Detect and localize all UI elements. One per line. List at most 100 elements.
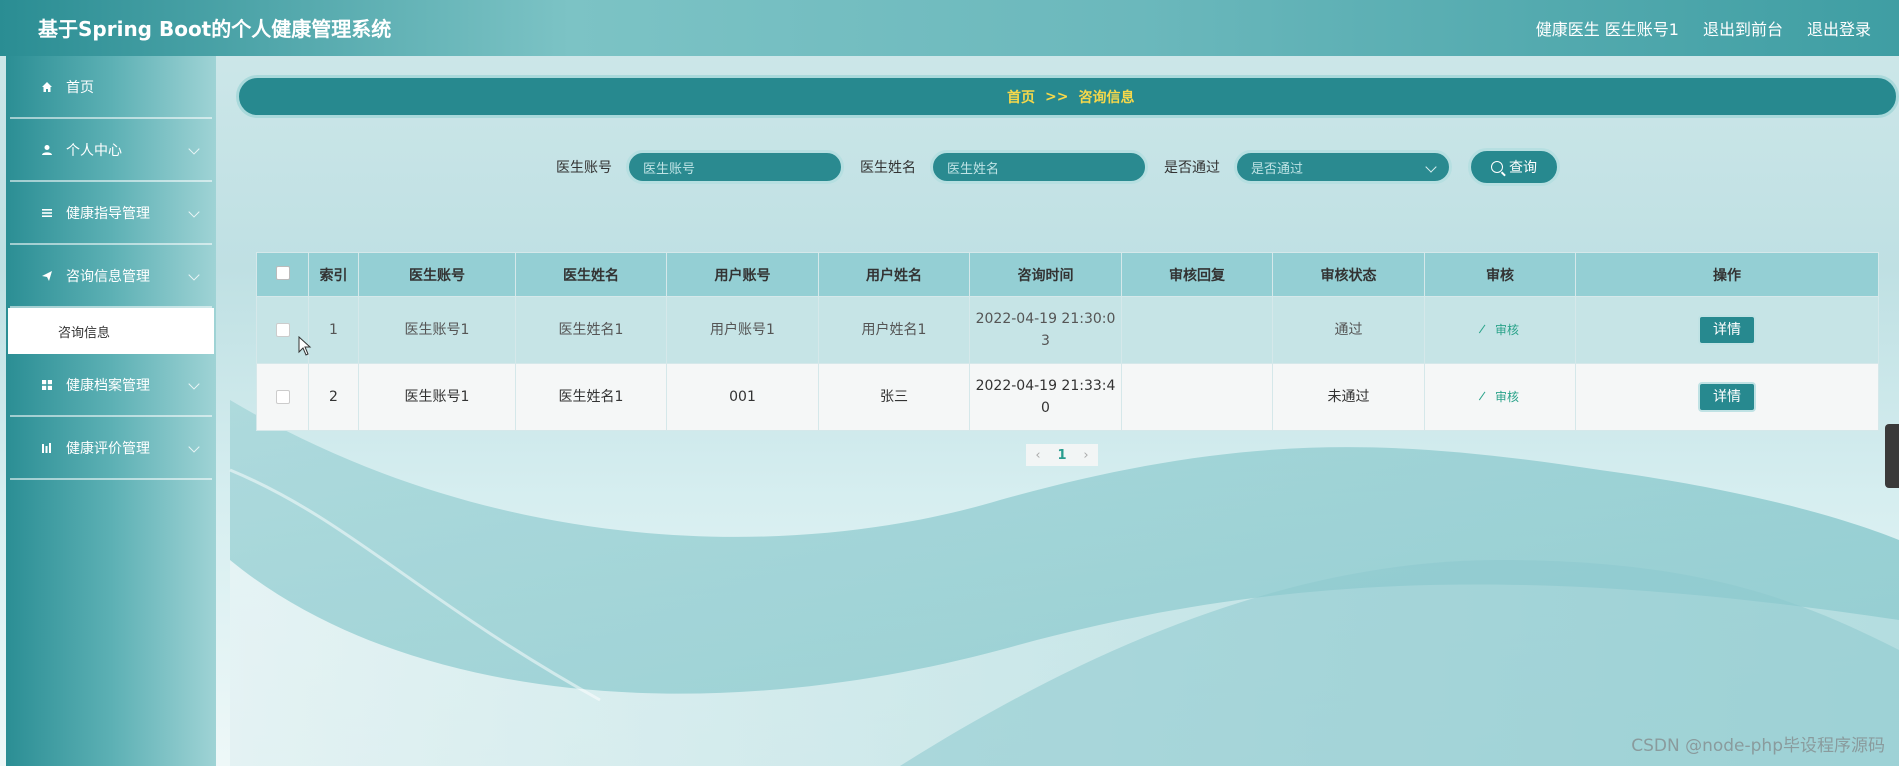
cell-user-name: 用户姓名1: [818, 296, 970, 364]
sidebar-item-label: 健康评价管理: [66, 440, 150, 457]
cell-status: 通过: [1272, 296, 1425, 364]
cell-user-account: 用户账号1: [666, 296, 819, 364]
audit-link[interactable]: 审核: [1478, 390, 1519, 404]
next-page-button[interactable]: ›: [1074, 444, 1098, 466]
column-header: 用户账号: [666, 252, 819, 297]
sidebar-item-label: 个人中心: [66, 142, 122, 159]
logout-link[interactable]: 退出登录: [1807, 16, 1871, 40]
table-row: 2 医生账号1 医生姓名1 001 张三 2022-04-19 21:33:4 0…: [256, 363, 1879, 431]
cell-action: 详情: [1575, 363, 1879, 431]
column-header: 咨询时间: [969, 252, 1122, 297]
row-select-cell: [256, 363, 309, 431]
cell-doctor-name: 医生姓名1: [515, 296, 667, 364]
column-header: 审核回复: [1121, 252, 1273, 297]
page-number-button[interactable]: 1: [1050, 444, 1074, 466]
cell-reply: [1121, 296, 1273, 364]
watermark: CSDN @node-php毕设程序源码: [1631, 736, 1885, 756]
select-all-cell: [256, 252, 309, 297]
cell-doctor-account: 医生账号1: [358, 296, 516, 364]
cell-reply: [1121, 363, 1273, 431]
pagination: ‹ 1 ›: [1026, 444, 1098, 466]
cell-consult-time: 2022-04-19 21:30:0 3: [969, 296, 1122, 364]
audit-link[interactable]: 审核: [1478, 323, 1519, 337]
bar-icon: [40, 441, 54, 455]
doctor-name-label: 医生姓名: [860, 160, 916, 176]
cell-consult-time: 2022-04-19 21:33:4 0: [969, 363, 1122, 431]
detail-button[interactable]: 详情: [1698, 382, 1756, 412]
edit-icon: [1478, 391, 1492, 404]
sidebar-item-health-evaluation[interactable]: 健康评价管理: [10, 417, 212, 480]
column-header: 医生账号: [358, 252, 516, 297]
query-button[interactable]: 查询: [1468, 148, 1560, 186]
user-icon: [40, 143, 54, 157]
time-line-1: 2022-04-19 21:33:4: [975, 378, 1116, 394]
breadcrumb-current: 咨询信息: [1078, 89, 1135, 106]
sidebar-item-consult-management[interactable]: 咨询信息管理: [10, 245, 212, 308]
chevron-down-icon: [188, 441, 200, 453]
doctor-name-input[interactable]: 医生姓名: [930, 150, 1148, 184]
row-checkbox[interactable]: [275, 323, 290, 337]
sidebar-item-personal-center[interactable]: 个人中心: [10, 119, 212, 182]
cell-doctor-name: 医生姓名1: [515, 363, 667, 431]
cell-status: 未通过: [1272, 363, 1425, 431]
sidebar-subitem-label: 咨询信息: [58, 325, 111, 341]
sidebar-item-health-guidance[interactable]: 健康指导管理: [10, 182, 212, 245]
search-form: 医生账号 医生账号 医生姓名 医生姓名 是否通过 是否通过 查询: [556, 148, 1560, 186]
breadcrumb-separator: >>: [1045, 88, 1069, 105]
column-header: 医生姓名: [515, 252, 667, 297]
grid-icon: [40, 378, 54, 392]
cell-user-account: 001: [666, 363, 819, 431]
breadcrumb-home[interactable]: 首页: [1007, 87, 1035, 107]
sidebar: 首页 个人中心 健康指导管理 咨询信息管理 咨询信息 健康档案管理 健康评价管理: [6, 56, 216, 766]
sidebar-item-label: 健康档案管理: [66, 377, 150, 394]
table-header-row: 索引 医生账号 医生姓名 用户账号 用户姓名 咨询时间 审核回复 审核状态 审核…: [256, 252, 1879, 297]
top-bar: 基于Spring Boot的个人健康管理系统 健康医生 医生账号1 退出到前台 …: [0, 0, 1899, 56]
app-title: 基于Spring Boot的个人健康管理系统: [38, 17, 392, 41]
search-icon: [1491, 161, 1503, 173]
chevron-down-icon: [188, 269, 200, 281]
edit-icon: [1478, 324, 1492, 337]
audit-link-label: 审核: [1494, 323, 1519, 337]
doctor-account-input[interactable]: 医生账号: [626, 150, 844, 184]
audit-link-label: 审核: [1494, 390, 1519, 404]
passed-label: 是否通过: [1164, 160, 1220, 176]
home-icon: [40, 80, 54, 94]
prev-page-button[interactable]: ‹: [1026, 444, 1050, 466]
sidebar-item-health-records[interactable]: 健康档案管理: [10, 354, 212, 417]
row-checkbox[interactable]: [275, 390, 290, 404]
query-button-label: 查询: [1509, 160, 1537, 176]
column-header: 索引: [308, 252, 359, 297]
cell-user-name: 张三: [818, 363, 970, 431]
sidebar-item-label: 首页: [66, 79, 94, 96]
top-right-nav: 健康医生 医生账号1 退出到前台 退出登录: [1536, 16, 1871, 40]
send-icon: [40, 269, 54, 283]
time-line-2: 0: [1041, 400, 1050, 416]
chevron-down-icon: [188, 206, 200, 218]
mouse-cursor-icon: [298, 336, 312, 356]
cell-index: 1: [308, 296, 359, 364]
consult-table: 索引 医生账号 医生姓名 用户账号 用户姓名 咨询时间 审核回复 审核状态 审核…: [256, 252, 1879, 431]
sidebar-subitem-consult-info[interactable]: 咨询信息: [8, 308, 214, 354]
sidebar-item-label: 健康指导管理: [66, 205, 150, 222]
select-all-checkbox[interactable]: [275, 265, 290, 280]
passed-select-value: 是否通过: [1251, 161, 1304, 177]
column-header: 审核: [1424, 252, 1576, 297]
detail-button[interactable]: 详情: [1698, 315, 1756, 345]
column-header: 审核状态: [1272, 252, 1425, 297]
sidebar-item-home[interactable]: 首页: [10, 56, 212, 119]
user-info: 健康医生 医生账号1: [1535, 20, 1679, 39]
doctor-account-label: 医生账号: [556, 160, 612, 176]
side-panel-handle[interactable]: [1885, 424, 1899, 488]
chevron-down-icon: [1425, 161, 1437, 173]
chevron-down-icon: [188, 143, 200, 155]
list-icon: [40, 206, 54, 220]
time-line-2: 3: [1041, 333, 1050, 349]
cell-audit: 审核: [1424, 363, 1576, 431]
passed-select[interactable]: 是否通过: [1234, 150, 1452, 184]
cell-action: 详情: [1575, 296, 1879, 364]
chevron-down-icon: [188, 378, 200, 390]
back-to-front-link[interactable]: 退出到前台: [1703, 16, 1783, 40]
time-line-1: 2022-04-19 21:30:0: [975, 311, 1116, 327]
cell-index: 2: [308, 363, 359, 431]
column-header: 操作: [1575, 252, 1879, 297]
